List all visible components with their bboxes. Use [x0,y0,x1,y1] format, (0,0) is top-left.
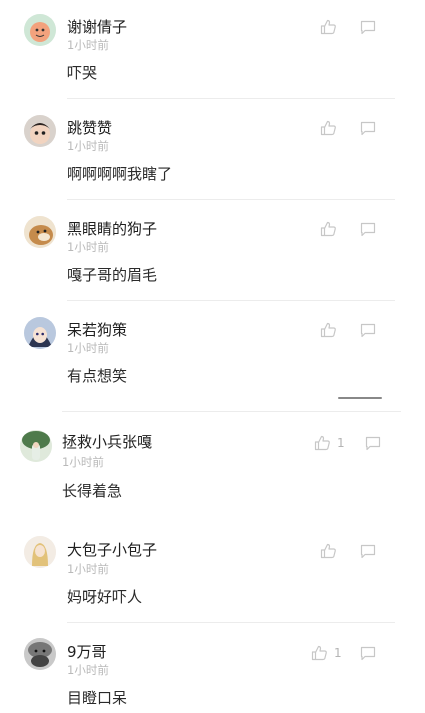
reply-button[interactable] [360,646,376,661]
reply-button[interactable] [365,436,381,451]
like-count: 1 [334,646,342,660]
avatar[interactable] [24,317,56,349]
comment-time: 1小时前 [67,341,109,355]
thumbs-up-icon [320,221,336,237]
like-button[interactable]: 1 [311,645,342,661]
comment-bubble-icon [360,646,376,661]
comment-text: 目瞪口呆 [67,689,128,707]
like-button[interactable] [320,19,343,35]
comment-bubble-icon [360,121,376,136]
comment-item: 9万哥 1小时前 目瞪口呆 1 [0,624,425,713]
thumbs-up-icon [320,120,336,136]
comment-bubble-icon [360,20,376,35]
comment-item: 呆若狗策 1小时前 有点想笑 [0,303,425,412]
comment-text: 长得着急 [62,482,123,500]
thumbs-up-icon [314,435,330,451]
divider [67,199,395,200]
like-button[interactable]: 1 [314,435,345,451]
comment-author[interactable]: 谢谢倩子 [67,16,127,37]
comment-bubble-icon [365,436,381,451]
reply-button[interactable] [360,544,376,559]
comment-bubble-icon [360,544,376,559]
comment-item: 大包子小包子 1小时前 妈呀好吓人 [0,522,425,624]
reply-button[interactable] [360,20,376,35]
avatar[interactable] [24,115,56,147]
comment-item: 黑眼睛的狗子 1小时前 嘎子哥的眉毛 [0,202,425,302]
comment-text: 有点想笑 [67,367,128,385]
comment-text: 吓哭 [67,64,98,82]
comment-item: 跳赞赞 1小时前 啊啊啊啊我瞎了 [0,101,425,201]
like-button[interactable] [320,543,343,559]
comment-time: 1小时前 [67,562,109,576]
avatar[interactable] [24,14,56,46]
divider [67,98,395,99]
thumbs-up-icon [311,645,327,661]
comment-text: 嘎子哥的眉毛 [67,266,158,284]
comment-item: 拯救小兵张嘎 1小时前 长得着急 1 [0,414,425,524]
comment-author[interactable]: 呆若狗策 [67,319,127,340]
comment-time: 1小时前 [67,240,109,254]
divider [62,411,401,412]
comment-text: 啊啊啊啊我瞎了 [67,165,173,183]
comment-time: 1小时前 [67,663,109,677]
reply-button[interactable] [360,222,376,237]
comment-time: 1小时前 [67,38,109,52]
like-button[interactable] [320,322,343,338]
comment-author[interactable]: 大包子小包子 [67,539,157,560]
scroll-indicator [338,397,382,399]
comment-item: 谢谢倩子 1小时前 吓哭 [0,0,425,100]
like-count: 1 [337,436,345,450]
comment-bubble-icon [360,323,376,338]
comment-author[interactable]: 跳赞赞 [67,117,112,138]
avatar[interactable] [24,216,56,248]
divider [67,622,395,623]
like-button[interactable] [320,120,343,136]
avatar[interactable] [20,430,52,462]
comment-author[interactable]: 9万哥 [67,641,107,662]
comment-time: 1小时前 [67,139,109,153]
like-button[interactable] [320,221,343,237]
comment-bubble-icon [360,222,376,237]
reply-button[interactable] [360,323,376,338]
thumbs-up-icon [320,19,336,35]
avatar[interactable] [24,638,56,670]
comment-author[interactable]: 黑眼睛的狗子 [67,218,157,239]
comment-text: 妈呀好吓人 [67,588,143,606]
thumbs-up-icon [320,322,336,338]
comment-author[interactable]: 拯救小兵张嘎 [62,431,152,452]
avatar[interactable] [24,536,56,568]
thumbs-up-icon [320,543,336,559]
reply-button[interactable] [360,121,376,136]
comment-time: 1小时前 [62,455,104,469]
divider [67,300,395,301]
